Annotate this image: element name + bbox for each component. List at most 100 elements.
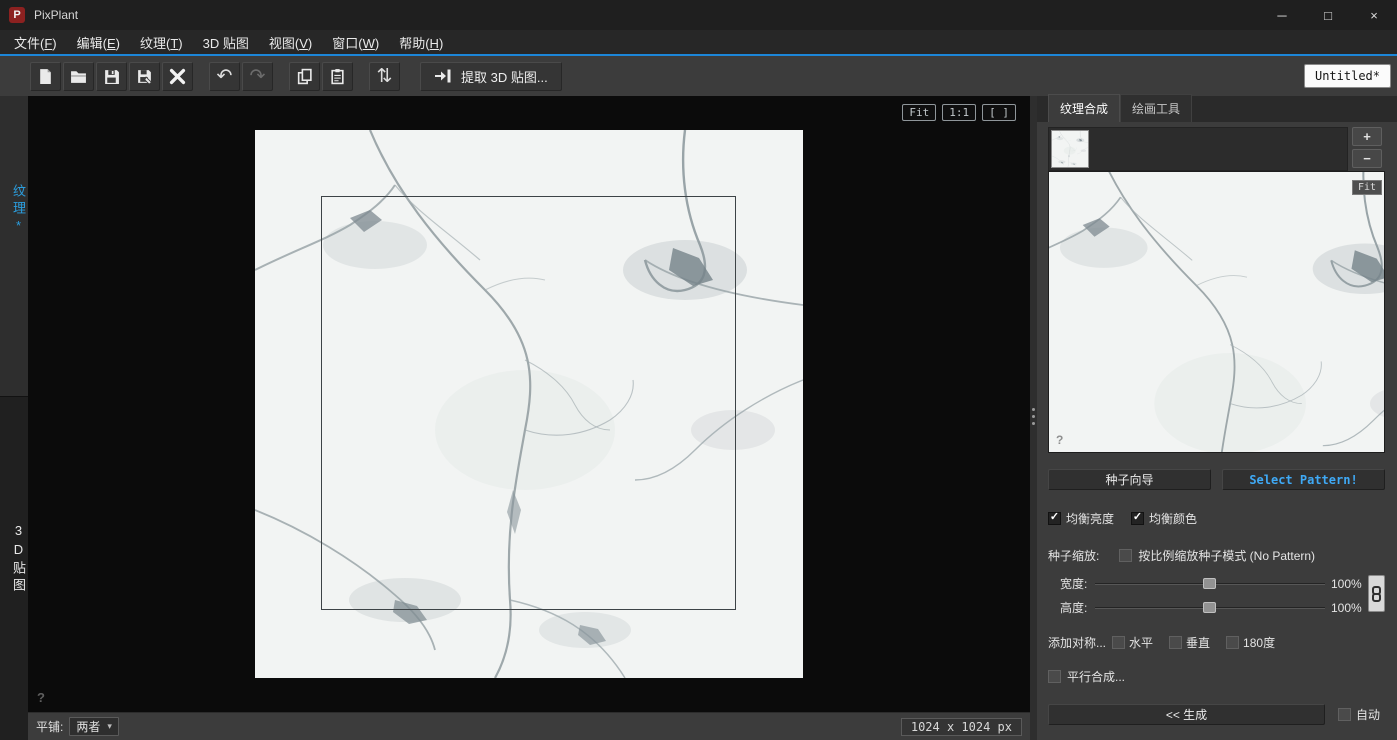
zoom-fit-button[interactable]: Fit: [902, 104, 936, 121]
tab-texture-synthesis[interactable]: 纹理合成: [1048, 94, 1120, 122]
swap-updown-icon: ⇅: [377, 67, 393, 86]
check-icon: ✓: [1050, 512, 1059, 523]
auto-label[interactable]: 自动: [1356, 706, 1380, 723]
undo-button[interactable]: ↶: [209, 62, 240, 91]
width-slider-handle[interactable]: [1203, 578, 1216, 589]
seed-preview-image: [1049, 172, 1385, 453]
seed-thumbnail-strip: [1048, 127, 1348, 171]
document-tab[interactable]: Untitled*: [1304, 64, 1391, 88]
seed-thumbnail[interactable]: [1052, 131, 1088, 167]
scale-to-pattern-label[interactable]: 按比例缩放种子模式 (No Pattern): [1138, 547, 1315, 564]
canvas-help-icon[interactable]: ?: [37, 690, 45, 705]
panel-tab-bar: 纹理合成 绘画工具: [1037, 96, 1397, 122]
menu-edit[interactable]: 编辑(E): [67, 29, 130, 56]
minimize-button[interactable]: ─: [1259, 0, 1305, 30]
symmetry-180-checkbox[interactable]: ✓: [1226, 636, 1239, 649]
seed-thumbnail-image: [1052, 131, 1088, 167]
save-floppy-icon: [103, 68, 120, 85]
left-tab-strip: 纹理* 3D贴图: [0, 96, 28, 740]
parallel-row: ✓ 平行合成...: [1048, 668, 1125, 685]
panel-splitter[interactable]: [1030, 96, 1037, 740]
save-as-button[interactable]: [129, 62, 160, 91]
copy-icon: [296, 68, 313, 85]
right-panel: 纹理合成 绘画工具 + − Fit ? 种子向导 Select Pattern!…: [1037, 96, 1397, 740]
menu-texture[interactable]: 纹理(T): [130, 29, 193, 56]
equalize-color-checkbox[interactable]: ✓: [1131, 512, 1144, 525]
tab-texture[interactable]: 纹理*: [0, 96, 28, 396]
canvas-statusbar: 平铺: 两者 ▾ 1024 x 1024 px: [28, 712, 1030, 740]
extract-3d-maps-button[interactable]: 提取 3D 贴图...: [420, 62, 562, 91]
equalize-color-label[interactable]: 均衡颜色: [1149, 510, 1197, 527]
close-button[interactable]: ×: [1351, 0, 1397, 30]
height-slider[interactable]: [1095, 602, 1325, 614]
app-logo-letter: P: [13, 9, 20, 21]
check-icon: ✓: [1133, 512, 1142, 523]
tab-texture-label: 纹理*: [0, 184, 28, 237]
tiling-dropdown[interactable]: 两者 ▾: [69, 717, 119, 736]
menu-file[interactable]: 文件(F): [4, 29, 67, 56]
zoom-selection-button[interactable]: [ ]: [982, 104, 1016, 121]
window-controls: ─ □ ×: [1259, 0, 1397, 30]
link-dimensions-button[interactable]: [1368, 575, 1385, 612]
new-file-icon: [37, 68, 54, 85]
select-pattern-button[interactable]: Select Pattern!: [1222, 469, 1385, 490]
discard-button[interactable]: [162, 62, 193, 91]
seed-preview[interactable]: Fit ?: [1048, 171, 1385, 453]
canvas-zoom-controls: Fit 1:1 [ ]: [902, 104, 1016, 121]
swap-updown-button[interactable]: ⇅: [369, 62, 400, 91]
window-title: PixPlant: [34, 8, 78, 22]
new-file-button[interactable]: [30, 62, 61, 91]
width-slider[interactable]: [1095, 578, 1325, 590]
seed-remove-button[interactable]: −: [1352, 149, 1382, 168]
seed-add-button[interactable]: +: [1352, 127, 1382, 146]
save-button[interactable]: [96, 62, 127, 91]
menubar: 文件(F) 编辑(E) 纹理(T) 3D 贴图 视图(V) 窗口(W) 帮助(H…: [0, 30, 1397, 54]
menu-help[interactable]: 帮助(H): [389, 29, 453, 56]
auto-checkbox[interactable]: ✓: [1338, 708, 1351, 721]
height-value: 100%: [1331, 601, 1362, 615]
equalize-brightness-label[interactable]: 均衡亮度: [1066, 510, 1114, 527]
copy-seed-button[interactable]: [289, 62, 320, 91]
seed-selection-rect[interactable]: [321, 196, 736, 610]
generate-button[interactable]: << 生成: [1048, 704, 1325, 725]
symmetry-vertical-label[interactable]: 垂直: [1186, 634, 1210, 651]
splitter-grip-icon: [1032, 408, 1035, 411]
redo-button[interactable]: ↷: [242, 62, 273, 91]
menu-3d-maps[interactable]: 3D 贴图: [193, 29, 259, 56]
titlebar: P PixPlant ─ □ ×: [0, 0, 1397, 30]
image-size-readout: 1024 x 1024 px: [901, 718, 1022, 736]
symmetry-horizontal-checkbox[interactable]: ✓: [1112, 636, 1125, 649]
extract-3d-maps-label: 提取 3D 贴图...: [461, 67, 548, 86]
toolbar: ↶ ↷ ⇅ 提取 3D 贴图... Untitled*: [0, 56, 1397, 96]
symmetry-180-label[interactable]: 180度: [1243, 634, 1275, 651]
scale-to-pattern-checkbox[interactable]: ✓: [1119, 549, 1132, 562]
undo-icon: ↶: [217, 67, 233, 86]
close-x-icon: [168, 67, 187, 86]
tab-paint-tools[interactable]: 绘画工具: [1120, 94, 1192, 122]
seed-buttons-row: 种子向导 Select Pattern!: [1048, 469, 1385, 490]
app-logo-icon: P: [9, 7, 25, 23]
symmetry-vertical-checkbox[interactable]: ✓: [1169, 636, 1182, 649]
seed-wizard-button[interactable]: 种子向导: [1048, 469, 1211, 490]
save-as-floppy-icon: [136, 68, 153, 85]
symmetry-row: 添加对称... ✓ 水平 ✓ 垂直 ✓ 180度: [1048, 634, 1275, 651]
preview-help-icon[interactable]: ?: [1056, 433, 1063, 447]
open-file-button[interactable]: [63, 62, 94, 91]
menu-window[interactable]: 窗口(W): [322, 29, 389, 56]
tab-3d-maps[interactable]: 3D贴图: [0, 396, 28, 740]
height-slider-handle[interactable]: [1203, 602, 1216, 613]
zoom-actual-button[interactable]: 1:1: [942, 104, 976, 121]
extract-arrow-icon: [434, 68, 452, 84]
equalize-row: ✓ 均衡亮度 ✓ 均衡颜色: [1048, 510, 1197, 527]
pixplant-window: P PixPlant ─ □ × 文件(F) 编辑(E) 纹理(T) 3D 贴图…: [0, 0, 1397, 740]
menu-view[interactable]: 视图(V): [259, 29, 322, 56]
maximize-button[interactable]: □: [1305, 0, 1351, 30]
symmetry-horizontal-label[interactable]: 水平: [1129, 634, 1153, 651]
paste-seed-button[interactable]: [322, 62, 353, 91]
parallel-synthesis-label[interactable]: 平行合成...: [1067, 668, 1125, 685]
main-canvas[interactable]: Fit 1:1 [ ] ?: [28, 96, 1030, 712]
equalize-brightness-checkbox[interactable]: ✓: [1048, 512, 1061, 525]
open-folder-icon: [70, 68, 87, 85]
parallel-synthesis-checkbox[interactable]: ✓: [1048, 670, 1061, 683]
width-label: 宽度:: [1060, 575, 1090, 592]
